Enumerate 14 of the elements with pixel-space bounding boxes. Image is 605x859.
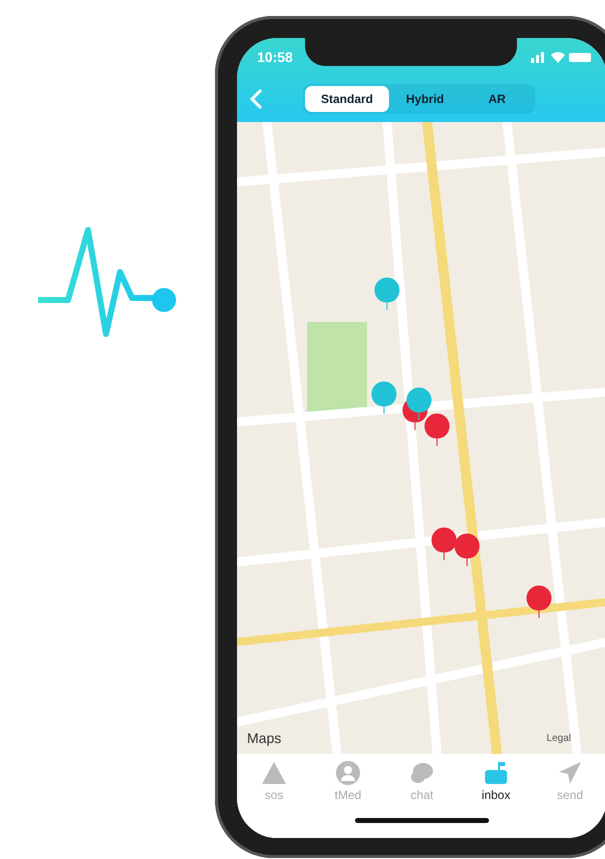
tab-bar-item[interactable]: inbox (466, 760, 526, 802)
status-icons (531, 51, 591, 63)
map-mode-tab[interactable]: AR (461, 86, 533, 112)
status-time: 10:58 (257, 49, 293, 65)
send-icon (557, 760, 583, 786)
warning-icon (261, 760, 287, 786)
map-attribution: Maps (247, 730, 282, 746)
doctor-icon (335, 760, 361, 786)
legal-link[interactable]: Legal (546, 733, 571, 744)
chat-icon (409, 760, 435, 786)
map-mode-tab[interactable]: Hybrid (389, 86, 461, 112)
map-mode-tab[interactable]: Standard (305, 86, 389, 112)
back-icon[interactable] (249, 88, 263, 110)
mailbox-icon (483, 760, 509, 786)
